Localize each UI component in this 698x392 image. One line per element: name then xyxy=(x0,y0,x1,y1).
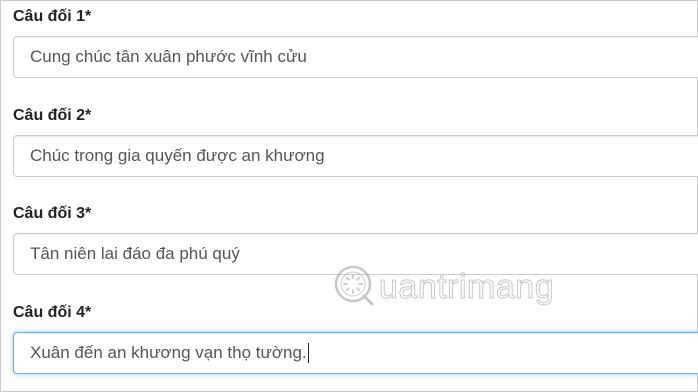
quantrimang-logo-icon xyxy=(333,263,377,312)
couplet-input-3-value: Tân niên lai đáo đa phú quý xyxy=(30,244,240,263)
form-panel: Câu đối 1* Cung chúc tân xuân phước vĩnh… xyxy=(0,0,698,392)
field-group-1: Câu đối 1* Cung chúc tân xuân phước vĩnh… xyxy=(13,8,698,78)
field-group-2: Câu đối 2* Chúc trong gia quyến được an … xyxy=(13,107,698,177)
couplet-input-4-value: Xuân đến an khương vạn thọ tường. xyxy=(30,343,307,362)
couplet-input-2-value: Chúc trong gia quyến được an khương xyxy=(30,146,325,165)
couplet-input-1-value: Cung chúc tân xuân phước vĩnh cửu xyxy=(30,47,307,66)
couplet-input-2[interactable]: Chúc trong gia quyến được an khương xyxy=(13,135,698,177)
field-group-3: Câu đối 3* Tân niên lai đáo đa phú quý xyxy=(13,205,698,275)
field-label-2: Câu đối 2* xyxy=(13,107,92,124)
watermark: uantrimang xyxy=(333,263,554,312)
watermark-text: uantrimang xyxy=(378,268,555,307)
couplet-input-4[interactable]: Xuân đến an khương vạn thọ tường. xyxy=(13,332,698,374)
field-label-3: Câu đối 3* xyxy=(13,205,92,222)
text-caret xyxy=(307,343,309,363)
field-label-1: Câu đối 1* xyxy=(13,8,92,25)
couplet-input-1[interactable]: Cung chúc tân xuân phước vĩnh cửu xyxy=(13,36,698,78)
